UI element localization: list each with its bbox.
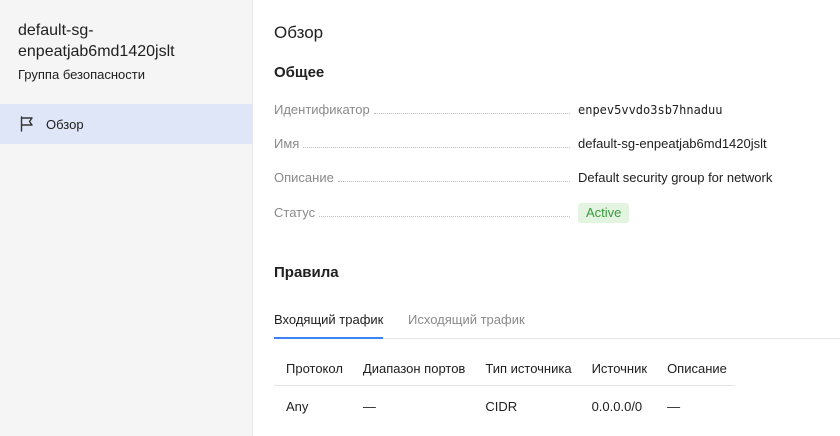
column-header-protocol: Протокол: [274, 351, 351, 386]
sidebar-item-overview[interactable]: Обзор: [0, 104, 252, 144]
cell-port-range: —: [362, 398, 376, 414]
main-content: Обзор Общее Идентификатор enpev5vvdo3sb7…: [254, 0, 840, 436]
field-description-key: Описание: [274, 168, 338, 188]
flag-icon: [20, 116, 33, 132]
cell-protocol: Any: [286, 398, 309, 414]
tab-ingress[interactable]: Входящий трафик: [274, 308, 384, 339]
cell-description: —: [667, 398, 681, 414]
field-name-value: default-sg-enpeatjab6md1420jslt: [578, 136, 767, 151]
cell-source: 0.0.0.0/0: [591, 398, 643, 414]
field-id-key: Идентификатор: [274, 100, 374, 120]
security-group-name: default-sg-enpeatjab6md1420jslt: [18, 22, 175, 60]
field-id-row: Идентификатор enpev5vvdo3sb7hnaduu: [274, 100, 814, 120]
rules-section-title: Правила: [274, 264, 339, 281]
field-description-value: Default security group for network: [578, 170, 773, 185]
status-badge: Active: [578, 203, 630, 223]
page-title: Обзор: [274, 23, 324, 42]
column-header-source: Источник: [579, 351, 656, 386]
tab-egress[interactable]: Исходящий трафик: [408, 308, 525, 337]
security-group-type: Группа безопасности: [18, 67, 145, 82]
cell-source-type: CIDR: [485, 398, 518, 414]
column-header-port-range: Диапазон портов: [350, 351, 474, 386]
sidebar: default-sg-enpeatjab6md1420jslt Группа б…: [0, 0, 253, 436]
field-status-key: Статус: [274, 203, 320, 223]
general-section-title: Общее: [274, 64, 325, 81]
field-status-row: Статус Active: [274, 203, 814, 223]
table-row[interactable]: Any — CIDR 0.0.0.0/0 —: [274, 386, 735, 427]
field-description-row: Описание Default security group for netw…: [274, 168, 814, 188]
table-header-row: Протокол Диапазон портов Тип источника И…: [274, 351, 735, 386]
sidebar-item-label: Обзор: [46, 116, 84, 132]
column-header-description: Описание: [655, 351, 735, 386]
column-header-source-type: Тип источника: [473, 351, 580, 386]
field-name-key: Имя: [274, 134, 304, 154]
rules-table: Протокол Диапазон портов Тип источника И…: [274, 351, 735, 426]
field-name-row: Имя default-sg-enpeatjab6md1420jslt: [274, 134, 814, 154]
field-id-value: enpev5vvdo3sb7hnaduu: [578, 103, 723, 117]
traffic-tabs: Входящий трафик Исходящий трафик: [274, 308, 840, 339]
